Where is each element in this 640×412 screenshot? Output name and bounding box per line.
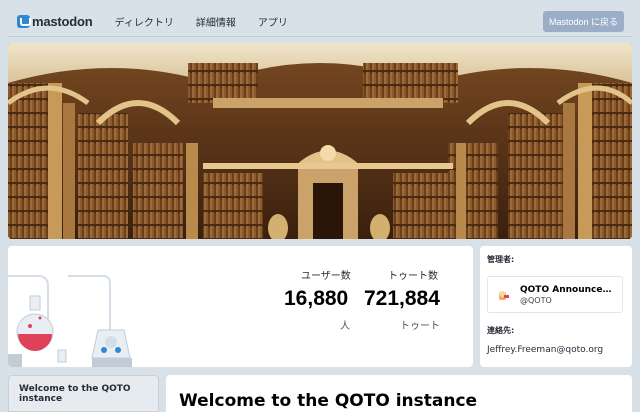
users-count: 16,880 (284, 287, 349, 310)
users-unit: 人 (340, 321, 350, 332)
hero-image (8, 43, 632, 239)
avatar (496, 288, 510, 302)
avatar-icon (499, 290, 509, 300)
account-display-name: QOTO Announcements... (520, 284, 618, 295)
back-to-mastodon-button[interactable]: Mastodon に戻る (543, 11, 624, 32)
contact-email-link[interactable]: Jeffrey.Freeman@qoto.org (487, 345, 603, 355)
main-content-panel: Welcome to the QOTO instance (166, 375, 632, 412)
nav-link-directory[interactable]: ディレクトリ (115, 14, 174, 29)
library-illustration (8, 43, 632, 239)
admin-account-card[interactable]: QOTO Announcements... @QOTO (487, 276, 623, 313)
mastodon-icon (17, 14, 31, 28)
server-stats-card: ユーザー数 16,880 人 トゥート数 721,884 トゥート (8, 246, 473, 367)
nav-link-apps[interactable]: アプリ (258, 14, 288, 29)
users-label: ユーザー数 (301, 271, 351, 282)
account-handle: @QOTO (520, 295, 552, 305)
nav-link-about[interactable]: 詳細情報 (196, 14, 236, 29)
contact-heading: 連絡先: (487, 326, 515, 335)
toots-unit: トゥート (400, 321, 440, 332)
toots-count: 721,884 (364, 287, 440, 310)
top-navigation: mastodon ディレクトリ 詳細情報 アプリ Mastodon に戻る (8, 6, 632, 37)
toots-label: トゥート数 (388, 271, 438, 282)
page-title: Welcome to the QOTO instance (179, 391, 478, 411)
science-illustration (8, 275, 132, 367)
admin-heading: 管理者: (487, 255, 515, 264)
mastodon-logo[interactable]: mastodon (17, 6, 93, 37)
sidebar-tab-welcome[interactable]: Welcome to the QOTO instance (8, 375, 159, 412)
brand-text: mastodon (32, 13, 93, 29)
